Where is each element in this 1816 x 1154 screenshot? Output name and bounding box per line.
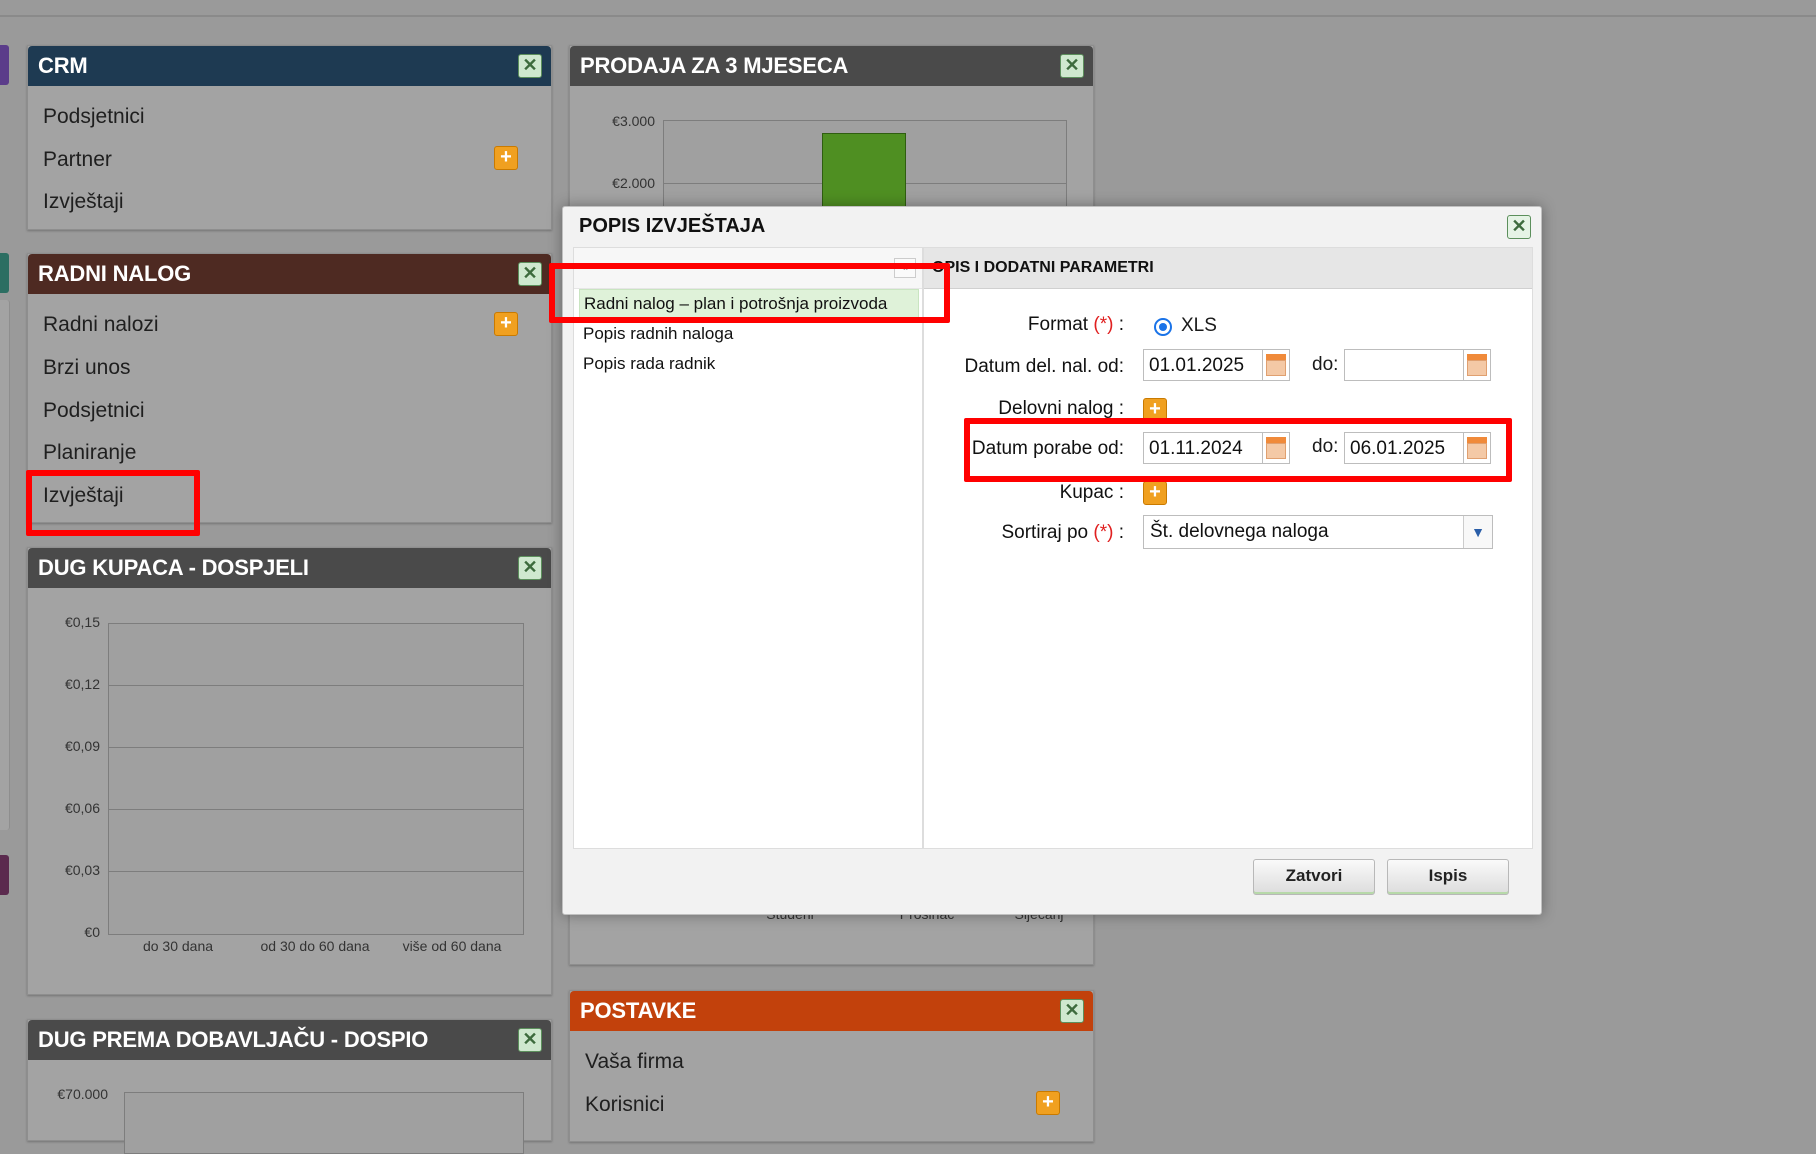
edge-tab[interactable] [0,253,9,293]
top-divider [0,15,1816,17]
close-button[interactable]: Zatvori [1253,859,1375,895]
work-order-item-planning[interactable]: Planiranje [43,441,136,465]
work-order-item-orders[interactable]: Radni nalozi [43,313,159,337]
parameters-header: OPIS I DODATNI PARAMETRI [924,248,1532,289]
close-icon[interactable]: ✕ [518,54,542,78]
report-item-work-orders[interactable]: Popis radnih naloga [579,320,733,348]
crm-title: CRM [38,53,88,78]
y-tick-label: €0,12 [64,676,100,692]
crm-item-reports[interactable]: Izvještaji [43,190,124,214]
work-order-item-reminders[interactable]: Podsjetnici [43,399,145,423]
close-icon[interactable]: ✕ [1060,999,1084,1023]
debt-suppliers-header: DUG PREMA DOBAVLJAČU - DOSPIO ✕ [28,1020,551,1060]
sort-select[interactable]: Št. delovnega naloga ▼ [1143,515,1493,549]
calendar-icon[interactable] [1262,349,1290,381]
format-xls-label: XLS [1181,315,1217,336]
work-order-header: RADNI NALOG ✕ [28,254,551,294]
y-tick-label: €3.000 [612,113,655,129]
crm-item-partner[interactable]: Partner [43,148,112,172]
crm-widget: CRM ✕ Podsjetnici Partner + Izvještaji [27,45,552,230]
work-order-label: Delovni nalog : [998,398,1124,419]
calendar-icon[interactable] [1463,349,1491,381]
close-icon[interactable]: ✕ [518,556,542,580]
date-order-from-input[interactable]: 01.01.2025 [1143,349,1263,381]
gridline [109,685,523,686]
gridline [109,747,523,748]
print-button[interactable]: Ispis [1387,859,1509,895]
y-tick-label: €2.000 [612,175,655,191]
x-category-label: više od 60 dana [402,938,502,954]
debt-suppliers-title: DUG PREMA DOBAVLJAČU - DOSPIO [38,1027,429,1052]
crm-item-reminders[interactable]: Podsjetnici [43,105,145,129]
supplier-chart-plot [124,1092,524,1154]
work-order-item-quick-entry[interactable]: Brzi unos [43,356,131,380]
edge-tab[interactable] [0,855,9,895]
close-icon[interactable]: ✕ [1060,54,1084,78]
sales-header: PRODAJA ZA 3 MJESECA ✕ [570,46,1093,86]
x-category-label: od 30 do 60 dana [260,938,370,954]
y-tick-label: €0,15 [64,614,100,630]
report-item-worker[interactable]: Popis rada radnik [579,350,715,378]
y-tick-label: €0,03 [64,862,100,878]
highlight-box [549,263,950,323]
chevron-down-icon[interactable]: ▼ [1463,516,1492,548]
date-order-to-input[interactable] [1344,349,1464,381]
y-tick-label: €0 [84,924,100,940]
debt-customers-header: DUG KUPACA - DOSPJELI ✕ [28,548,551,588]
y-tick-label: €70.000 [57,1086,108,1102]
y-tick-label: €0,06 [64,800,100,816]
close-icon[interactable]: ✕ [518,262,542,286]
add-work-order-icon[interactable]: + [494,312,518,336]
edge-panel [0,300,10,830]
debt-customers-widget: DUG KUPACA - DOSPJELI ✕ €0,15 €0,12 €0,0… [27,547,552,995]
work-order-title: RADNI NALOG [38,261,192,286]
settings-widget: POSTAVKE ✕ Vaša firma Korisnici + [569,990,1094,1142]
report-list: « Radni nalog – plan i potrošnja proizvo… [573,247,923,849]
settings-item-company[interactable]: Vaša firma [585,1050,684,1074]
sort-select-value: Št. delovnega naloga [1150,521,1329,542]
close-icon[interactable]: ✕ [518,1028,542,1052]
add-partner-icon[interactable]: + [494,146,518,170]
customer-label: Kupac : [1059,482,1124,503]
debt-customers-title: DUG KUPACA - DOSPJELI [38,555,309,580]
close-icon[interactable]: ✕ [1507,215,1531,239]
x-category-label: do 30 dana [142,938,214,954]
settings-item-users[interactable]: Korisnici [585,1093,664,1117]
parameters-panel: OPIS I DODATNI PARAMETRI Format (*) : XL… [923,247,1533,849]
crm-header: CRM ✕ [28,46,551,86]
highlight-box [26,470,200,536]
gridline [109,871,523,872]
settings-title: POSTAVKE [580,998,697,1023]
debt-chart-plot [108,623,524,935]
dialog-title: POPIS IZVJEŠTAJA [579,215,766,237]
settings-header: POSTAVKE ✕ [570,991,1093,1031]
y-tick-label: €0,09 [64,738,100,754]
format-label: Format (*) : [1027,314,1124,335]
gridline [109,809,523,810]
add-customer-filter-icon[interactable]: + [1143,481,1167,505]
sales-title: PRODAJA ZA 3 MJESECA [580,53,849,78]
format-xls-radio[interactable] [1154,318,1172,336]
date-order-to-label: do: [1312,354,1339,375]
date-order-label: Datum del. nal. od: [964,356,1124,377]
debt-suppliers-widget: DUG PREMA DOBAVLJAČU - DOSPIO ✕ €70.000 [27,1019,552,1154]
highlight-box [964,418,1512,482]
edge-tab[interactable] [0,45,9,85]
sort-label: Sortiraj po (*) : [1001,522,1124,543]
add-user-icon[interactable]: + [1036,1091,1060,1115]
